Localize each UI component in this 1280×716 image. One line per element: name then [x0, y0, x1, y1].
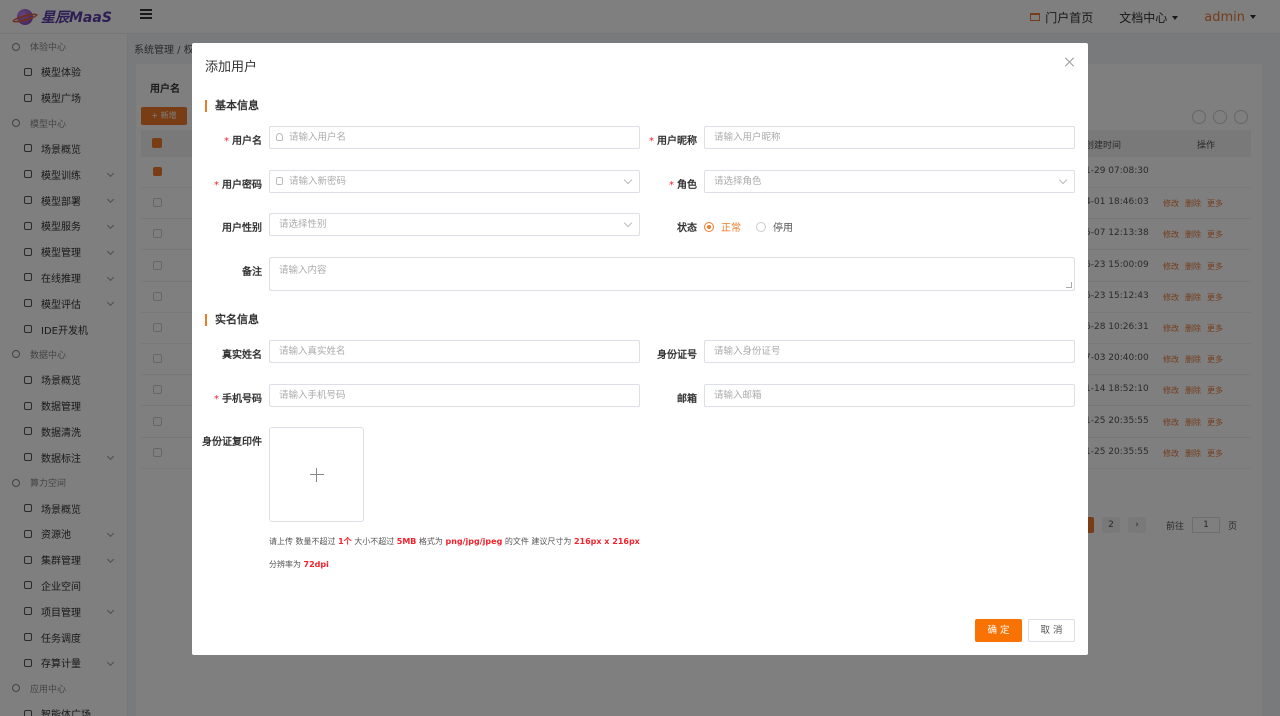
upload-card[interactable] [269, 427, 364, 522]
role-select[interactable]: 请选择角色 [704, 170, 1075, 193]
status-radio-normal[interactable]: 正常 [704, 219, 741, 234]
dialog-title: 添加用户 [205, 60, 258, 75]
plus-icon [310, 468, 324, 482]
status-label: 状态 [677, 223, 697, 234]
add-user-dialog: 添加用户 基本信息 * 用户名 请输入用户名 * 用户昵称 请输入用户昵称 * 用户密… [192, 43, 1088, 655]
confirm-button[interactable]: 确 定 [975, 619, 1022, 642]
password-label: * 用户密码 [214, 180, 262, 191]
chevron-down-icon [1058, 175, 1068, 185]
idnumber-label: 身份证号 [657, 350, 697, 361]
phone-label: * 手机号码 [214, 394, 262, 405]
nickname-input[interactable]: 请输入用户昵称 [704, 126, 1075, 149]
idcopy-label: 身份证复印件 [202, 437, 262, 448]
phone-input[interactable]: 请输入手机号码 [269, 384, 640, 407]
nickname-label: * 用户昵称 [649, 136, 697, 147]
radio-dot [704, 221, 714, 232]
email-input[interactable]: 请输入邮箱 [704, 384, 1075, 407]
status-radio-disabled[interactable]: 停用 [756, 219, 793, 234]
remark-textarea[interactable]: 请输入内容 [269, 257, 1075, 291]
user-icon [276, 133, 283, 141]
password-input[interactable]: 请输入新密码 [269, 170, 640, 193]
role-label: * 角色 [669, 180, 697, 191]
lock-icon [276, 177, 283, 185]
radio-dot [756, 221, 766, 232]
username-input[interactable]: 请输入用户名 [269, 126, 640, 149]
gender-select[interactable]: 请选择性别 [269, 213, 640, 236]
remark-label: 备注 [242, 267, 262, 278]
close-icon[interactable] [1065, 57, 1075, 67]
upload-hint: 请上传 数量不超过 1个 大小不超过 5MB 格式为 png/jpg/jpeg … [269, 537, 640, 569]
username-label: * 用户名 [224, 136, 262, 147]
gender-label: 用户性别 [222, 223, 262, 234]
cancel-button[interactable]: 取 消 [1028, 619, 1075, 642]
realname-input[interactable]: 请输入真实姓名 [269, 340, 640, 363]
section-basic-info: 基本信息 [205, 100, 259, 112]
realname-label: 真实姓名 [222, 350, 262, 361]
section-realname-info: 实名信息 [205, 314, 259, 326]
idnumber-input[interactable]: 请输入身份证号 [704, 340, 1075, 363]
resize-handle[interactable] [1066, 282, 1072, 288]
email-label: 邮箱 [677, 394, 697, 405]
